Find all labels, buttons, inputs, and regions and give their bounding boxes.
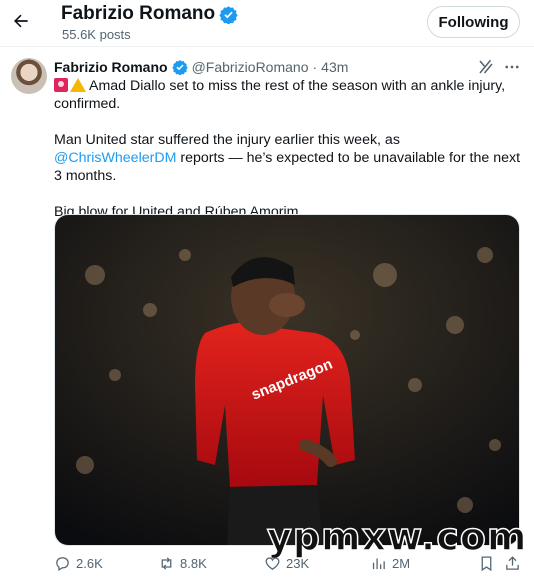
tweet-body: Amad Diallo set to miss the rest of the …: [54, 77, 524, 221]
profile-name: Fabrizio Romano: [61, 3, 216, 24]
post-count: 55.6K posts: [62, 27, 131, 42]
heart-icon: [265, 557, 280, 570]
warning-emoji-icon: [70, 78, 86, 92]
author-name[interactable]: Fabrizio Romano: [54, 59, 168, 75]
siren-emoji-icon: [54, 78, 68, 92]
share-icon: [506, 556, 519, 570]
tweet-line-2-start: Man United star suffered the injury earl…: [54, 132, 400, 148]
following-button[interactable]: Following: [427, 6, 520, 38]
back-arrow-icon[interactable]: [8, 8, 34, 34]
like-button[interactable]: 23K: [264, 555, 309, 572]
reply-icon: [56, 557, 69, 572]
tweet-photo[interactable]: snapdragon: [54, 214, 520, 546]
author-handle[interactable]: @FabrizioRomano: [192, 59, 309, 75]
grok-icon[interactable]: [477, 58, 495, 76]
views-button[interactable]: 2M: [370, 555, 410, 572]
tweet-headline: Amad Diallo set to miss the rest of the …: [54, 78, 506, 112]
author-avatar[interactable]: [11, 58, 47, 94]
repost-count: 8.8K: [180, 556, 207, 571]
like-count: 23K: [286, 556, 310, 571]
site-watermark: ypmxw.com: [266, 514, 528, 560]
repost-button[interactable]: 8.8K: [158, 555, 207, 572]
reply-button[interactable]: 2.6K: [54, 555, 103, 572]
separator-dot: ·: [312, 59, 318, 75]
bookmark-button[interactable]: [478, 555, 495, 572]
tweet-header: Fabrizio Romano @FabrizioRomano · 43m: [54, 58, 348, 76]
verified-badge-icon: [219, 5, 238, 24]
views-chart-icon: [372, 558, 385, 570]
top-bar: Fabrizio Romano 55.6K posts Following: [0, 0, 534, 47]
more-options-icon[interactable]: [503, 58, 521, 76]
post-time[interactable]: 43m: [321, 59, 348, 75]
profile-title: Fabrizio Romano: [61, 3, 238, 25]
reply-count: 2.6K: [76, 556, 103, 571]
mention-link[interactable]: @ChrisWheelerDM: [54, 150, 176, 166]
tweet-actions-bar: 2.6K 8.8K 23K 2M: [54, 555, 524, 577]
repost-icon: [161, 557, 172, 570]
verified-badge-icon: [171, 60, 188, 75]
view-count: 2M: [392, 556, 411, 571]
tweet-line-2: Man United star suffered the injury earl…: [54, 131, 524, 185]
share-button[interactable]: [504, 555, 521, 572]
bookmark-icon: [481, 556, 492, 572]
tweet-line-1: Amad Diallo set to miss the rest of the …: [54, 77, 524, 113]
